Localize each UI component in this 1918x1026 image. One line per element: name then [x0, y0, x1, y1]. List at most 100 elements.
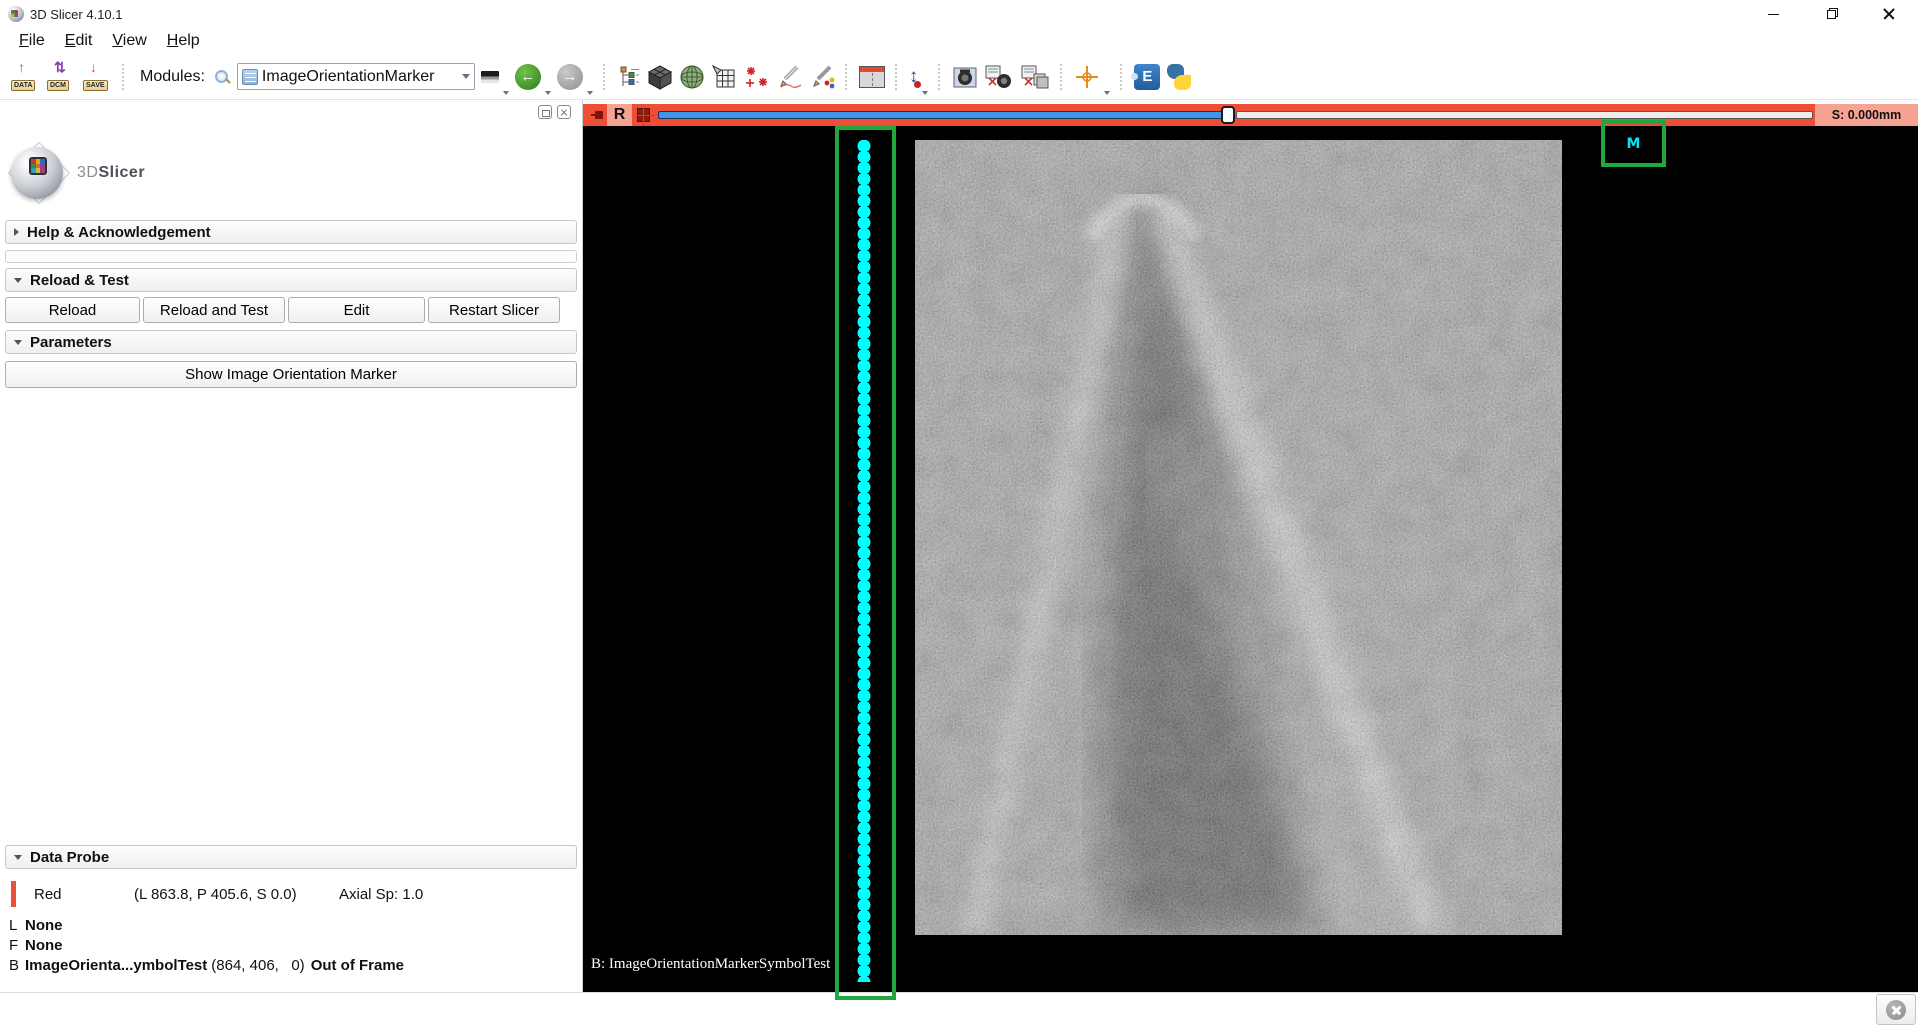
show-image-orientation-marker-button[interactable]: Show Image Orientation Marker	[5, 361, 577, 388]
paint-annotation-icon[interactable]	[809, 64, 835, 90]
menu-help[interactable]: Help	[158, 31, 209, 51]
slicer-logo-text: 3DSlicer	[77, 164, 145, 182]
layer-value: None	[25, 917, 63, 934]
module-selector[interactable]: ImageOrientationMarker	[237, 63, 475, 90]
module-search-icon[interactable]	[213, 68, 231, 86]
cube-3d-icon[interactable]	[647, 64, 673, 90]
restart-slicer-button[interactable]: Restart Slicer	[428, 297, 560, 323]
slice-viewport[interactable]: B: ImageOrientationMarkerSymbolTest	[583, 126, 1918, 992]
load-data-button[interactable]: ↑ DATA	[10, 62, 40, 92]
layout-button[interactable]	[859, 66, 885, 88]
scene-capture-icon[interactable]	[984, 64, 1014, 90]
expanded-arrow-icon	[14, 278, 22, 283]
section-help-label: Help & Acknowledgement	[27, 224, 211, 241]
background-volume-label: B: ImageOrientationMarkerSymbolTest	[591, 956, 830, 973]
back-dropdown-icon[interactable]	[545, 91, 551, 95]
slice-updown-icon[interactable]: ↕	[909, 67, 919, 87]
toolbar-separator	[1060, 64, 1064, 90]
status-bar	[0, 992, 1918, 1026]
circled-x-icon	[1886, 1000, 1906, 1020]
highlight-rect-marker-line	[835, 126, 896, 1000]
reload-and-test-button[interactable]: Reload and Test	[143, 297, 285, 323]
load-data-label: DATA	[11, 80, 35, 91]
toolbar-separator	[938, 64, 942, 90]
crosshair-dropdown-icon[interactable]	[1104, 91, 1110, 95]
slider-track	[1236, 111, 1813, 119]
slider-fill	[658, 111, 1228, 119]
toolbar-separator	[1120, 64, 1124, 90]
sphere-mesh-icon[interactable]	[679, 64, 705, 90]
save-button[interactable]: ↓ SAVE	[82, 62, 112, 92]
slice-link-icon[interactable]	[637, 108, 650, 122]
chevron-down-icon	[462, 74, 470, 79]
panel-spacer	[5, 388, 577, 845]
dicom-button[interactable]: ⇅ DCM	[46, 62, 76, 92]
modules-label: Modules:	[140, 68, 205, 86]
module-back-button[interactable]: ←	[515, 64, 541, 90]
menu-view[interactable]: View	[103, 31, 155, 51]
scene-views-icon[interactable]	[1020, 64, 1050, 90]
data-probe-row-b: B ImageOrienta...ymbolTest (864, 406, 0)…	[9, 957, 577, 974]
module-forward-button[interactable]: →	[557, 64, 583, 90]
red-slice-swatch	[11, 881, 16, 907]
minimize-button[interactable]	[1744, 0, 1802, 28]
load-data-icon: ↑	[18, 60, 25, 74]
section-reload-test[interactable]: Reload & Test	[5, 268, 577, 292]
layer-value: None	[25, 937, 63, 954]
layer-volume-name: ImageOrienta...ymbolTest	[25, 957, 207, 974]
menu-edit[interactable]: Edit	[56, 31, 102, 51]
toolbar-separator	[122, 64, 126, 90]
menu-file[interactable]: File	[10, 31, 54, 51]
close-panel-icon[interactable]	[557, 105, 571, 119]
data-probe-slice-row: Red (L 863.8, P 405.6, S 0.0) Axial Sp: …	[11, 881, 577, 907]
reload-test-buttons: Reload Reload and Test Edit Restart Slic…	[5, 297, 577, 323]
slice-orientation-badge[interactable]: R	[607, 104, 632, 126]
extensions-manager-icon[interactable]: E	[1134, 64, 1160, 90]
dicom-label: DCM	[47, 80, 69, 91]
main-area: 3DSlicer Help & Acknowledgement Reload &…	[0, 100, 1918, 992]
toolbar-separator	[895, 64, 899, 90]
collapsed-frame	[5, 250, 577, 263]
close-button[interactable]	[1860, 0, 1918, 28]
section-help-acknowledgement[interactable]: Help & Acknowledgement	[5, 220, 577, 244]
slice-offset-value: S: 0.000mm	[1815, 104, 1918, 126]
red-slice-view: R S: 0.000mm	[583, 100, 1918, 992]
module-selector-value: ImageOrientationMarker	[262, 68, 458, 86]
section-parameters[interactable]: Parameters	[5, 330, 577, 354]
volume-grid-icon[interactable]	[711, 64, 737, 90]
python-console-icon[interactable]	[1166, 64, 1192, 90]
section-data-probe-label: Data Probe	[30, 849, 109, 866]
save-icon: ↓	[90, 60, 97, 74]
app-icon	[8, 6, 24, 22]
edit-button[interactable]: Edit	[288, 297, 425, 323]
module-hierarchy-icon[interactable]	[617, 65, 641, 89]
undock-panel-icon[interactable]	[538, 105, 552, 119]
maximize-button[interactable]	[1802, 0, 1860, 28]
toolbar-separator	[603, 64, 607, 90]
data-probe: Data Probe Red (L 863.8, P 405.6, S 0.0)…	[5, 845, 577, 992]
crosshair-icon[interactable]	[1074, 64, 1100, 90]
pin-controller-icon[interactable]	[591, 110, 603, 120]
section-data-probe[interactable]: Data Probe	[5, 845, 577, 869]
reload-button[interactable]: Reload	[5, 297, 140, 323]
slice-offset-slider[interactable]	[658, 111, 1813, 119]
close-icon	[1883, 8, 1895, 20]
dicom-icon: ⇅	[54, 60, 66, 74]
window-controls	[1744, 0, 1918, 28]
restore-icon	[1827, 10, 1836, 19]
module-history-button[interactable]	[481, 71, 499, 83]
panel-header-buttons	[5, 100, 577, 124]
main-toolbar: ↑ DATA ⇅ DCM ↓ SAVE Modules: ImageOrient…	[0, 54, 1918, 100]
section-parameters-label: Parameters	[30, 334, 112, 351]
history-dropdown-icon[interactable]	[503, 91, 509, 95]
mouse-draw-icon[interactable]	[777, 64, 803, 90]
error-log-button[interactable]	[1876, 994, 1916, 1025]
menu-bar: File Edit View Help	[0, 28, 1918, 54]
markups-fiducial-icon[interactable]	[743, 64, 771, 90]
slider-handle[interactable]	[1221, 106, 1235, 124]
slice-controller-bar: R S: 0.000mm	[583, 104, 1918, 126]
forward-dropdown-icon[interactable]	[587, 91, 593, 95]
updown-dropdown-icon[interactable]	[922, 91, 928, 95]
screenshot-icon[interactable]	[952, 64, 978, 90]
save-label: SAVE	[83, 80, 108, 91]
